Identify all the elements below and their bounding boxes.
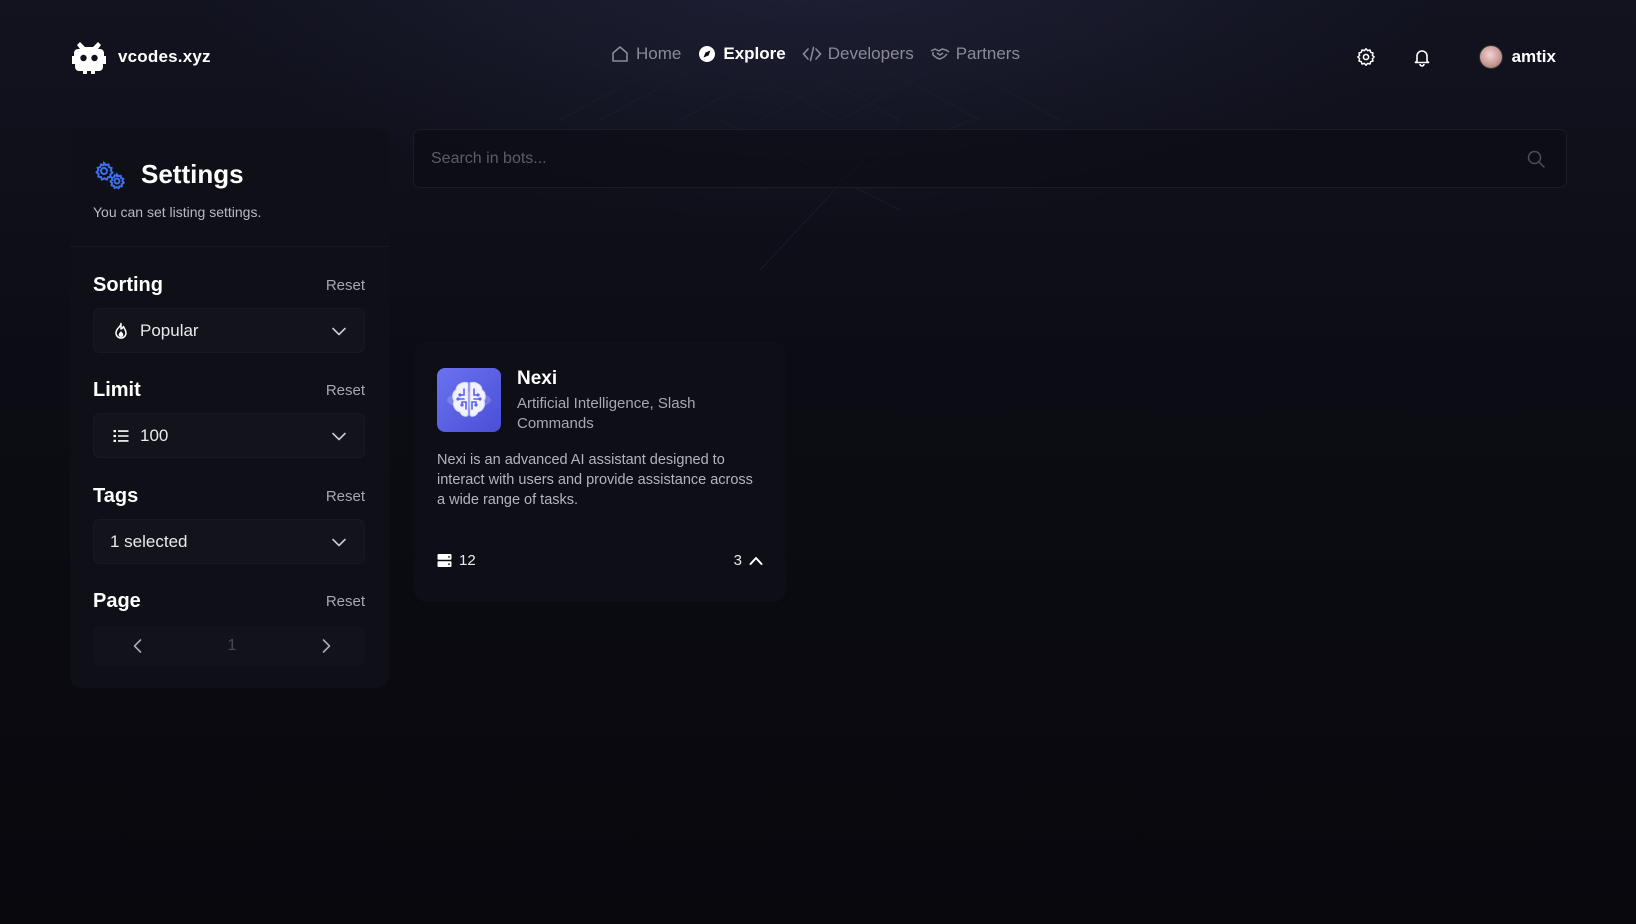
robot-logo-icon bbox=[72, 42, 106, 74]
vote-count: 3 bbox=[733, 552, 742, 569]
nav-item-home[interactable]: Home bbox=[610, 44, 681, 64]
search-input[interactable] bbox=[431, 149, 1526, 168]
flame-icon bbox=[115, 322, 127, 339]
bot-card-footer: 12 3 bbox=[437, 552, 764, 569]
tags-section: Tags Reset 1 selected bbox=[93, 483, 365, 564]
avatar bbox=[1478, 45, 1503, 69]
page-pagination: 1 bbox=[93, 626, 365, 666]
code-icon bbox=[802, 46, 822, 62]
bell-icon bbox=[1414, 50, 1429, 67]
nav-item-partners[interactable]: Partners bbox=[930, 44, 1020, 64]
chevron-left-icon[interactable] bbox=[129, 637, 147, 655]
nav-item-developers[interactable]: Developers bbox=[802, 44, 914, 64]
sorting-select[interactable]: Popular bbox=[93, 308, 365, 353]
nav-item-explore[interactable]: Explore bbox=[697, 44, 786, 64]
sorting-reset-button[interactable]: Reset bbox=[326, 277, 365, 294]
limit-section: Limit Reset 100 bbox=[93, 377, 365, 458]
chevron-down-icon bbox=[332, 327, 346, 335]
home-icon bbox=[612, 46, 628, 62]
tags-value: 1 selected bbox=[110, 531, 188, 551]
page-label: Page bbox=[93, 589, 141, 612]
limit-reset-button[interactable]: Reset bbox=[326, 382, 365, 399]
sorting-section: Sorting Reset Popular bbox=[93, 272, 365, 353]
nav-item-label: Developers bbox=[827, 44, 914, 63]
chevron-right-icon[interactable] bbox=[317, 637, 335, 655]
bot-description: Nexi is an advanced AI assistant designe… bbox=[437, 452, 753, 508]
limit-value: 100 bbox=[140, 425, 169, 445]
top-navbar: vcodes.xyz Home Explore Developers Partn… bbox=[0, 0, 1636, 114]
bot-search-bar bbox=[413, 129, 1567, 188]
server-count-value: 12 bbox=[459, 552, 476, 569]
gears-icon bbox=[95, 160, 126, 190]
notifications-button[interactable] bbox=[1405, 40, 1439, 74]
settings-sidebar: Settings You can set listing settings. S… bbox=[70, 129, 389, 688]
username: amtix bbox=[1511, 47, 1556, 66]
nav-item-label: Home bbox=[636, 44, 682, 63]
settings-header: Settings You can set listing settings. bbox=[70, 129, 389, 247]
list-icon bbox=[113, 429, 129, 442]
page-number: 1 bbox=[227, 637, 237, 654]
search-icon[interactable] bbox=[1526, 149, 1546, 169]
tags-reset-button[interactable]: Reset bbox=[326, 488, 365, 505]
brand-name: vcodes.xyz bbox=[118, 47, 211, 66]
settings-subtitle: You can set listing settings. bbox=[93, 204, 262, 220]
settings-button[interactable] bbox=[1349, 40, 1383, 74]
limit-select[interactable]: 100 bbox=[93, 413, 365, 458]
bot-name: Nexi bbox=[517, 368, 558, 389]
upvote-button[interactable]: 3 bbox=[734, 552, 764, 569]
bot-card[interactable]: Nexi Artificial Intelligence, Slash Comm… bbox=[414, 342, 786, 602]
brand-link[interactable]: vcodes.xyz bbox=[70, 40, 211, 74]
server-count: 12 bbox=[437, 552, 476, 569]
page-reset-button[interactable]: Reset bbox=[326, 593, 365, 610]
brain-icon bbox=[447, 382, 491, 417]
user-menu[interactable]: amtix bbox=[1478, 45, 1556, 69]
tags-label: Tags bbox=[93, 484, 139, 507]
nav-item-label: Explore bbox=[723, 44, 786, 63]
server-icon bbox=[437, 554, 452, 567]
chevron-down-icon bbox=[332, 538, 346, 546]
tags-select[interactable]: 1 selected bbox=[93, 519, 365, 564]
nav-item-label: Partners bbox=[955, 44, 1020, 63]
settings-title: Settings bbox=[141, 159, 244, 189]
main-nav: Home Explore Developers Partners bbox=[610, 44, 1020, 64]
sorting-label: Sorting bbox=[93, 273, 163, 296]
page-section: Page Reset 1 bbox=[93, 588, 365, 666]
compass-icon bbox=[699, 46, 716, 62]
sorting-value: Popular bbox=[140, 320, 199, 340]
bot-avatar bbox=[437, 368, 501, 432]
header-actions: amtix bbox=[1349, 40, 1556, 74]
chevron-down-icon bbox=[332, 432, 346, 440]
limit-label: Limit bbox=[93, 378, 141, 401]
handshake-icon bbox=[930, 48, 950, 60]
chevron-up-icon bbox=[749, 556, 763, 565]
gear-icon bbox=[1356, 48, 1375, 66]
bot-categories: Artificial Intelligence, Slash Commands bbox=[517, 395, 696, 432]
